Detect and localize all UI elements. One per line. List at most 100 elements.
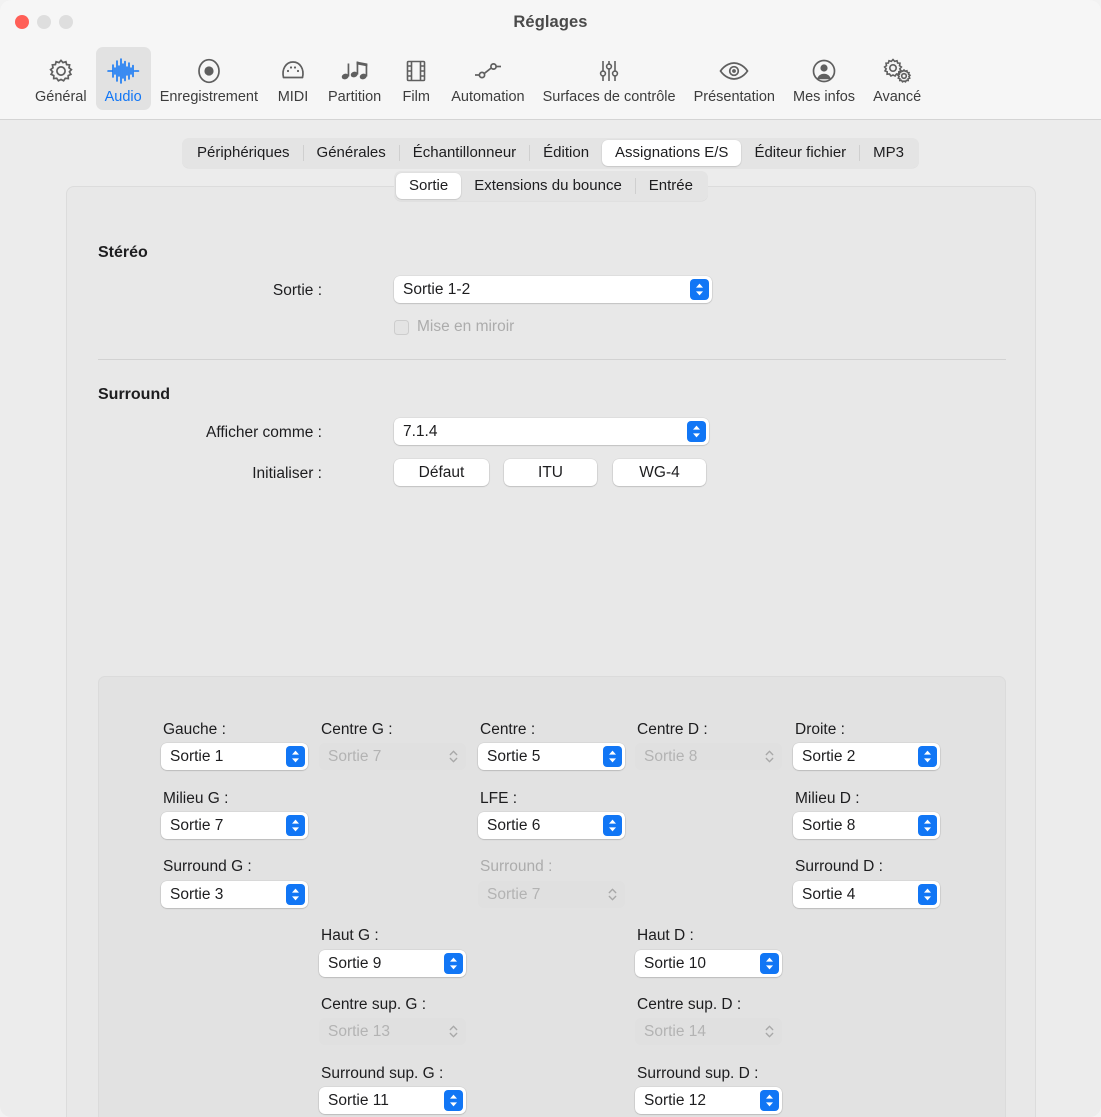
tab-peripheriques[interactable]: Périphériques [184,140,303,166]
channel-value-haut-d: Sortie 10 [644,954,707,972]
minimize-button[interactable] [37,15,51,29]
initialize-label: Initialiser : [252,465,322,482]
channel-value-surround: Sortie 7 [487,885,541,903]
channel-value-surround-sup-d: Sortie 12 [644,1091,707,1109]
channel-value-surround-g: Sortie 3 [170,885,224,903]
chevron-up-down-icon [918,815,937,836]
channel-label-centre-g: Centre G : [321,721,393,738]
settings-window: Réglages Général Audio Enregistrement MI… [0,0,1101,1117]
automation-node-icon [472,54,504,88]
channel-select-milieu-g[interactable]: Sortie 7 [161,812,308,839]
toolbar-item-presentation[interactable]: Présentation [685,47,784,110]
channel-value-centre: Sortie 5 [487,747,541,765]
toolbar-item-label: Partition [328,89,382,105]
channel-select-surround-d[interactable]: Sortie 4 [793,881,940,908]
channel-label-surround-sup-g: Surround sup. G : [321,1065,444,1082]
stereo-output-select[interactable]: Sortie 1-2 [394,276,712,303]
display-as-label: Afficher comme : [205,424,322,441]
chevron-up-down-icon [444,1090,463,1111]
channel-label-gauche: Gauche : [163,721,226,738]
channel-select-surround-sup-d[interactable]: Sortie 12 [635,1087,782,1114]
channel-value-centre-d: Sortie 8 [644,747,698,765]
section-divider [98,359,1006,360]
toolbar-item-mes-infos[interactable]: Mes infos [784,47,864,110]
gear-icon [47,54,75,88]
zoom-button[interactable] [59,15,73,29]
chevron-up-down-icon [444,953,463,974]
window-controls [15,15,73,29]
initialize-wg4-button[interactable]: WG-4 [613,459,706,486]
channel-value-gauche: Sortie 1 [170,747,224,765]
record-circle-icon [195,54,223,88]
chevron-up-down-icon [444,1021,463,1042]
channel-select-gauche[interactable]: Sortie 1 [161,743,308,770]
channel-select-milieu-d[interactable]: Sortie 8 [793,812,940,839]
channel-select-surround-sup-g[interactable]: Sortie 11 [319,1087,466,1114]
toolbar-item-label: Enregistrement [159,89,259,105]
tab-echantillonneur[interactable]: Échantillonneur [400,140,529,166]
toolbar-item-film[interactable]: Film [390,47,442,110]
toolbar-item-surfaces-de-controle[interactable]: Surfaces de contrôle [534,47,685,110]
chevron-up-down-icon [918,746,937,767]
tab-generales[interactable]: Générales [304,140,399,166]
toolbar-item-enregistrement[interactable]: Enregistrement [151,47,267,110]
chevron-up-down-icon [760,953,779,974]
toolbar-item-label: MIDI [277,89,309,105]
person-icon [810,54,838,88]
tab-editeur-fichier[interactable]: Éditeur fichier [741,140,859,166]
close-button[interactable] [15,15,29,29]
channel-label-centre: Centre : [480,721,536,738]
channel-label-centre-d: Centre D : [637,721,708,738]
chevron-up-down-icon [687,421,706,442]
channel-value-haut-g: Sortie 9 [328,954,382,972]
chevron-up-down-icon [286,746,305,767]
toolbar-item-audio[interactable]: Audio [95,47,151,110]
toolbar-item-label: Audio [104,89,142,105]
music-notes-icon [340,54,370,88]
main-tab-group: Périphériques Générales Échantillonneur … [181,138,920,168]
toolbar-item-label: Surfaces de contrôle [542,89,676,105]
channel-value-centre-g: Sortie 7 [328,747,382,765]
channel-select-surround-g[interactable]: Sortie 3 [161,881,308,908]
tab-mp3[interactable]: MP3 [860,140,917,166]
mirror-checkbox[interactable] [394,320,409,335]
subtab-sortie[interactable]: Sortie [396,173,462,199]
tab-edition[interactable]: Édition [530,140,602,166]
channel-label-surround: Surround : [480,858,553,875]
chevron-up-down-icon [603,884,622,905]
chevron-up-down-icon [286,815,305,836]
chevron-up-down-icon [603,746,622,767]
toolbar-item-midi[interactable]: MIDI [267,47,319,110]
channel-select-lfe[interactable]: Sortie 6 [478,812,625,839]
subtab-entree[interactable]: Entrée [636,173,706,199]
chevron-up-down-icon [918,884,937,905]
chevron-up-down-icon [286,884,305,905]
initialize-default-button[interactable]: Défaut [394,459,489,486]
subtab-extensions-du-bounce[interactable]: Extensions du bounce [461,173,635,199]
channel-value-lfe: Sortie 6 [487,816,541,834]
stereo-output-value: Sortie 1-2 [403,280,471,298]
channel-select-droite[interactable]: Sortie 2 [793,743,940,770]
channel-select-haut-d[interactable]: Sortie 10 [635,950,782,977]
eye-icon [718,54,750,88]
chevron-up-down-icon [760,1090,779,1111]
toolbar-item-general[interactable]: Général [26,47,96,110]
display-as-select[interactable]: 7.1.4 [394,418,709,445]
channel-select-haut-g[interactable]: Sortie 9 [319,950,466,977]
toolbar-item-label: Présentation [693,89,775,105]
tab-assignations-es[interactable]: Assignations E/S [602,140,742,166]
chevron-up-down-icon [760,746,779,767]
title-bar: Réglages [0,0,1101,45]
toolbar-item-partition[interactable]: Partition [319,47,390,110]
initialize-itu-button[interactable]: ITU [504,459,597,486]
toolbar-item-label: Automation [451,89,525,105]
channel-value-milieu-d: Sortie 8 [802,816,856,834]
toolbar-item-avance[interactable]: Avancé [864,47,930,110]
channel-select-centre-sup-d: Sortie 14 [635,1018,782,1045]
settings-content: Périphériques Générales Échantillonneur … [0,120,1101,1117]
toolbar-item-automation[interactable]: Automation [442,47,533,110]
sub-tab-bar: Sortie Extensions du bounce Entrée [67,171,1035,201]
channel-select-centre[interactable]: Sortie 5 [478,743,625,770]
channel-value-droite: Sortie 2 [802,747,856,765]
surround-channel-grid: Gauche : Sortie 1 Centre G : Sortie 7 Ce… [98,676,1006,1117]
